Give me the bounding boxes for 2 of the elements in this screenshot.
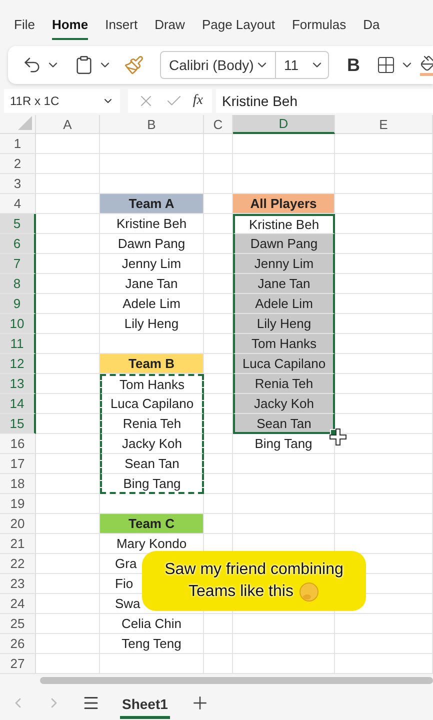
caption-text: Teams like this	[188, 582, 294, 602]
caption-text: Saw my friend combining	[164, 560, 344, 580]
